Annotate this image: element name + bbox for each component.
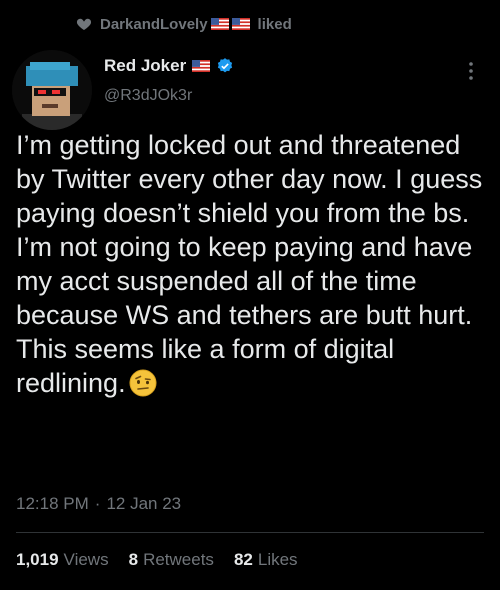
views-stat[interactable]: 1,019 Views bbox=[16, 550, 109, 570]
tweet-body: I’m getting locked out and threatened by… bbox=[16, 128, 486, 400]
retweets-stat[interactable]: 8 Retweets bbox=[129, 550, 214, 570]
retweets-label: Retweets bbox=[143, 550, 214, 569]
us-flag-icon bbox=[192, 60, 211, 72]
views-label: Views bbox=[63, 550, 109, 569]
heart-icon bbox=[76, 16, 92, 32]
author-handle[interactable]: @R3dJOk3r bbox=[104, 87, 192, 105]
likes-label: Likes bbox=[257, 550, 298, 569]
timestamp-separator: · bbox=[94, 494, 101, 513]
face-with-raised-eyebrow-emoji bbox=[129, 369, 157, 397]
liked-action-text: liked bbox=[257, 15, 292, 33]
tweet-stats: 1,019 Views 8 Retweets 82 Likes bbox=[16, 550, 298, 570]
us-flag-icon bbox=[210, 18, 229, 30]
likes-stat[interactable]: 82 Likes bbox=[234, 550, 298, 570]
tweet-date[interactable]: 12 Jan 23 bbox=[106, 494, 181, 514]
liker-name[interactable]: DarkandLovely bbox=[100, 16, 250, 33]
us-flag-icon bbox=[231, 18, 250, 30]
tweet-timestamp[interactable]: 12:18 PM · 12 Jan 23 bbox=[16, 494, 181, 514]
tweet-time[interactable]: 12:18 PM bbox=[16, 494, 89, 514]
social-context: DarkandLovely liked bbox=[76, 12, 292, 36]
avatar[interactable] bbox=[12, 50, 92, 130]
author-display-name[interactable]: Red Joker bbox=[104, 56, 186, 76]
verified-badge-icon bbox=[216, 57, 234, 75]
tweet-text: I’m getting locked out and threatened by… bbox=[16, 130, 483, 398]
avatar-image bbox=[12, 50, 92, 130]
views-count: 1,019 bbox=[16, 550, 59, 569]
more-options-icon[interactable] bbox=[460, 60, 482, 82]
author-name[interactable]: Red Joker bbox=[104, 56, 234, 76]
liker-name-text[interactable]: DarkandLovely bbox=[100, 16, 208, 33]
likes-count: 82 bbox=[233, 550, 253, 569]
retweets-count: 8 bbox=[128, 550, 139, 569]
divider bbox=[16, 532, 484, 533]
